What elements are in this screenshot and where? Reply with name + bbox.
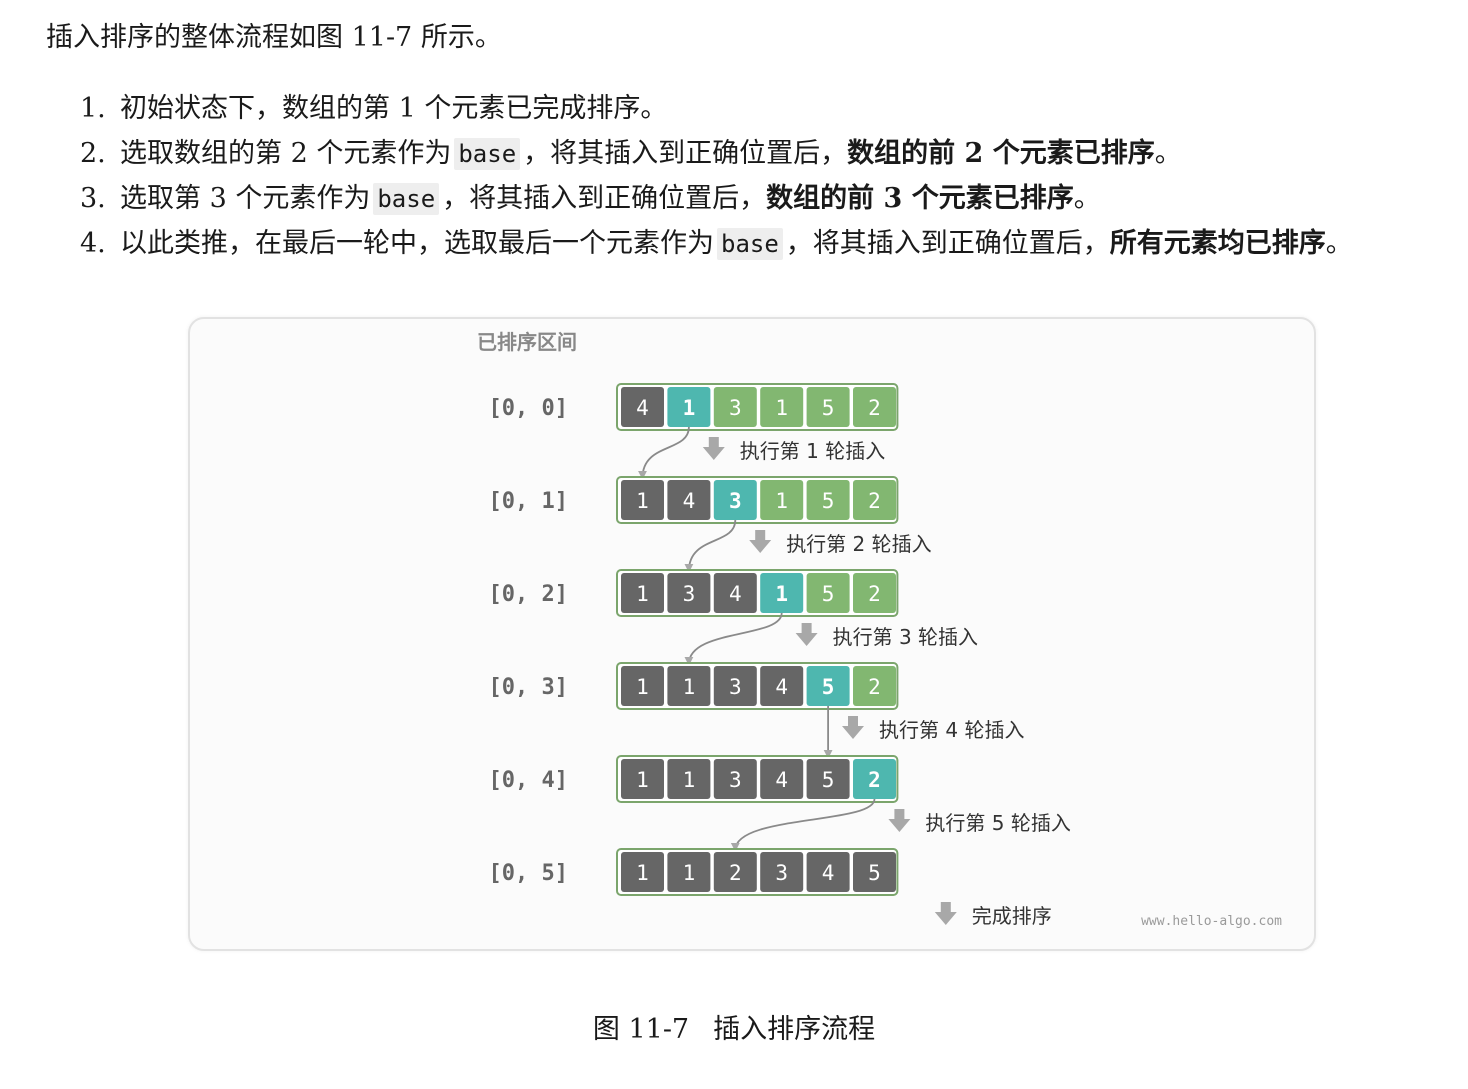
array-cell-value: 5 — [822, 675, 835, 699]
step-label: 执行第 2 轮插入 — [786, 532, 931, 556]
array-cell-value: 2 — [729, 861, 742, 885]
array-cell-value: 5 — [822, 489, 835, 513]
down-arrow-icon — [795, 623, 818, 646]
step-number: 1. — [80, 93, 106, 124]
insertion-sort-figure: 已排序区间 [0, 0] 4 1 3 1 5 2 执行第 1 轮插入 [0, 1] 1 4 3 1 5 2 执行… — [188, 317, 1316, 951]
array-cell-value: 1 — [683, 396, 696, 420]
step-label: 执行第 5 轮插入 — [925, 811, 1070, 835]
down-arrow-icon — [888, 809, 911, 832]
array-cell-value: 2 — [868, 489, 881, 513]
array-cell-value: 5 — [868, 861, 881, 885]
array-cell-value: 1 — [636, 582, 649, 606]
step-text-end: 。 — [1154, 138, 1182, 169]
down-arrow-icon — [842, 716, 864, 739]
watermark: www.hello-algo.com — [1141, 914, 1282, 929]
sorted-range-label: [0, 3] — [489, 675, 568, 700]
array-cell-value: 1 — [683, 768, 696, 792]
array-cell-value: 2 — [868, 582, 881, 606]
step-number: 2. — [80, 138, 106, 169]
sorted-range-label: [0, 4] — [489, 768, 568, 793]
array-cell-value: 2 — [868, 768, 881, 792]
step-label: 完成排序 — [972, 904, 1052, 928]
step-text-mid: ，将其插入到正确位置后， — [785, 228, 1110, 259]
step-number: 4. — [80, 228, 106, 259]
array-cell-value: 4 — [683, 489, 696, 513]
inline-code: base — [454, 138, 521, 170]
insert-path-arrow — [638, 426, 690, 480]
caption-title: 插入排序流程 — [713, 1014, 876, 1045]
array-cell-value: 1 — [636, 675, 649, 699]
insert-path-arrow — [684, 612, 783, 666]
array-cell-value: 3 — [729, 768, 742, 792]
array-cell-value: 3 — [683, 582, 696, 606]
array-cell-value: 1 — [775, 396, 788, 420]
array-cell-value: 1 — [775, 489, 788, 513]
insert-path-arrow — [730, 798, 876, 852]
array-cell-value: 5 — [822, 396, 835, 420]
array-cell-value: 1 — [636, 768, 649, 792]
sorted-range-header: 已排序区间 — [477, 330, 577, 354]
step-label: 执行第 3 轮插入 — [833, 625, 978, 649]
array-cell-value: 4 — [775, 675, 788, 699]
step-item: 4. 以此类推，在最后一轮中，选取最后一个元素作为 base ，将其插入到正确位置后，… — [80, 221, 1353, 266]
step-label: 执行第 1 轮插入 — [740, 439, 885, 463]
array-cell-value: 1 — [636, 489, 649, 513]
down-arrow-icon — [749, 530, 772, 553]
sorted-range-label: [0, 0] — [489, 396, 568, 421]
array-cell-value: 3 — [775, 861, 788, 885]
array-cell-value: 3 — [729, 396, 742, 420]
array-cell-value: 4 — [822, 861, 835, 885]
caption-number: 图 11-7 — [592, 1014, 690, 1045]
step-text-end: 。 — [1325, 228, 1353, 259]
steps-list: 1. 初始状态下，数组的第 1 个元素已完成排序。 2. 选取数组的第 2 个元素作… — [80, 86, 1353, 266]
down-arrow-icon — [934, 902, 957, 925]
step-bold: 所有元素均已排序 — [1109, 228, 1326, 259]
step-item: 1. 初始状态下，数组的第 1 个元素已完成排序。 — [80, 86, 1353, 131]
sorted-range-label: [0, 1] — [489, 489, 568, 514]
down-arrow-icon — [702, 437, 725, 460]
step-text: 以此类推，在最后一轮中，选取最后一个元素作为 — [120, 228, 714, 259]
step-item: 2. 选取数组的第 2 个元素作为 base ，将其插入到正确位置后，数组的前 2 个… — [80, 131, 1353, 176]
array-cell-value: 1 — [636, 861, 649, 885]
array-cell-value: 4 — [775, 768, 788, 792]
step-label: 执行第 4 轮插入 — [879, 718, 1024, 742]
inline-code: base — [373, 183, 440, 215]
intro-paragraph: 插入排序的整体流程如图 11-7 所示。 — [46, 22, 502, 53]
step-text-end: 。 — [1073, 183, 1101, 214]
array-cell-value: 3 — [729, 489, 742, 513]
array-cell-value: 1 — [775, 582, 788, 606]
array-cell-value: 5 — [822, 768, 835, 792]
array-cell-value: 5 — [822, 582, 835, 606]
inline-code: base — [717, 228, 783, 260]
step-text: 选取第 3 个元素作为 — [120, 183, 371, 214]
step-bold: 数组的前 2 个元素已排序 — [847, 138, 1155, 169]
step-item: 3. 选取第 3 个元素作为 base ，将其插入到正确位置后，数组的前 3 个元素已… — [80, 176, 1353, 221]
figure-caption: 图 11-7 插入排序流程 — [0, 1010, 1468, 1050]
step-text: 初始状态下，数组的第 1 个元素已完成排序。 — [120, 93, 668, 124]
array-cell-value: 1 — [683, 861, 696, 885]
insertion-sort-diagram: 已排序区间 [0, 0] 4 1 3 1 5 2 执行第 1 轮插入 [0, 1] 1 4 3 1 5 2 执行… — [477, 330, 1282, 929]
array-cell-value: 4 — [729, 582, 742, 606]
array-cell-value: 2 — [868, 675, 881, 699]
sorted-range-label: [0, 2] — [489, 582, 568, 607]
insert-path-arrow — [684, 519, 737, 573]
array-cell-value: 2 — [868, 396, 881, 420]
step-text-mid: ，将其插入到正确位置后， — [523, 138, 848, 169]
array-cell-value: 4 — [636, 396, 649, 420]
sorted-range-label: [0, 5] — [489, 861, 568, 886]
array-cell-value: 3 — [729, 675, 742, 699]
step-bold: 数组的前 3 个元素已排序 — [766, 183, 1074, 214]
step-text: 选取数组的第 2 个元素作为 — [120, 138, 452, 169]
step-text-mid: ，将其插入到正确位置后， — [442, 183, 767, 214]
array-cell-value: 1 — [683, 675, 696, 699]
step-number: 3. — [80, 183, 106, 214]
